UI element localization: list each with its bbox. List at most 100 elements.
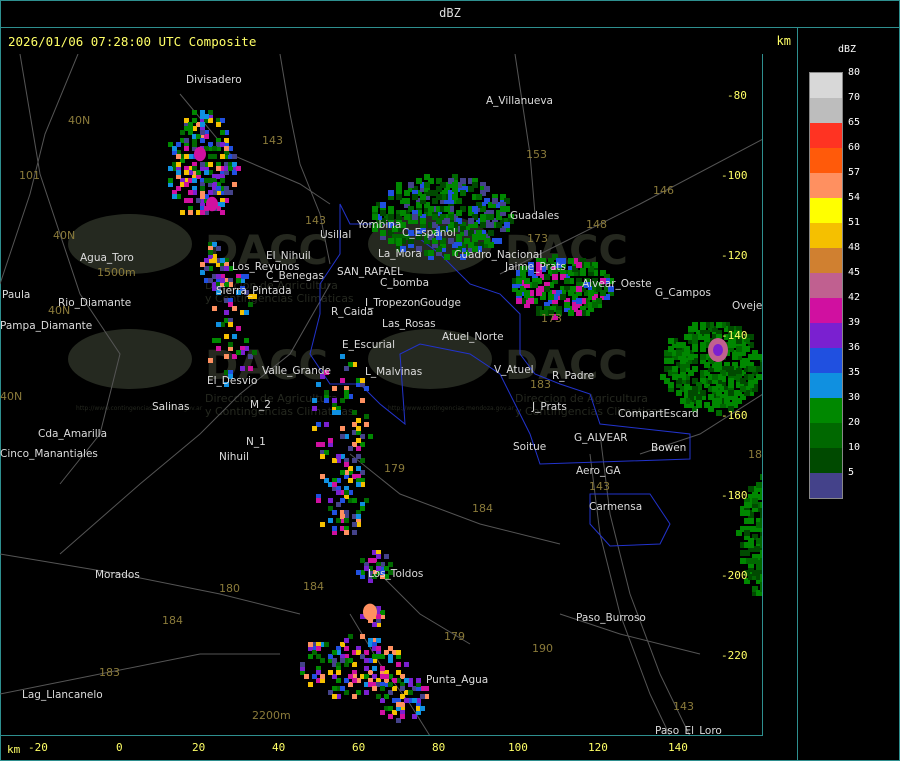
legend-labels: 80 70 65 60 57 54 51 48 45 42 39 36 35 30 20 10 5 <box>848 66 860 491</box>
legend-label-10: 10 <box>848 442 861 453</box>
svg-text:18: 18 <box>748 448 762 461</box>
place-c-benegas: C_Benegas <box>266 270 324 282</box>
svg-text:184: 184 <box>162 614 183 627</box>
place-paso-el-loro: Paso_El_Loro <box>655 725 722 736</box>
x-tick: 100 <box>508 741 528 754</box>
y-tick: -120 <box>721 249 748 262</box>
svg-text:180: 180 <box>219 582 240 595</box>
svg-text:190: 190 <box>532 642 553 655</box>
place-lag-llancanelo: Lag_Llancanelo <box>22 689 103 701</box>
place-cuadro-nacional: Cuadro_Nacional <box>454 249 542 261</box>
radar-map-canvas[interactable]: DACC Direccion de Agricultura y Continge… <box>0 54 763 736</box>
place-l-malvinas: L_Malvinas <box>365 366 422 378</box>
panel-divider <box>797 28 798 761</box>
place-bowen: Bowen <box>651 442 686 454</box>
place-c-espanol: C_Espanol <box>402 227 456 239</box>
svg-text:143: 143 <box>589 480 610 493</box>
legend-label-20: 20 <box>848 417 861 428</box>
svg-text:40N: 40N <box>0 390 22 403</box>
place-jaime-prats: Jaime_Prats <box>504 261 566 273</box>
place-salinas: Salinas <box>152 401 190 413</box>
legend-label-39: 39 <box>848 317 861 328</box>
x-tick: -20 <box>28 741 48 754</box>
watermark-url-2: http://www.contingencias.mendoza.gov.ar <box>388 405 515 412</box>
place-aero-ga: Aero_GA <box>576 465 621 477</box>
legend-title: dBZ <box>838 44 857 55</box>
place-paula: Paula <box>2 289 30 301</box>
place-v-atuel: V_Atuel <box>494 364 534 376</box>
svg-text:143: 143 <box>305 214 326 227</box>
place-la-mora: La_Mora <box>378 248 422 260</box>
svg-text:184: 184 <box>472 502 493 515</box>
place-ovejeria: Ovejeria <box>732 300 763 312</box>
legend-swatch-51 <box>810 223 842 248</box>
legend-swatch-48 <box>810 248 842 273</box>
legend-swatch-80 <box>810 73 842 98</box>
y-tick: -100 <box>721 169 748 182</box>
legend-label-70: 70 <box>848 92 861 103</box>
legend-colorbar <box>809 72 843 499</box>
window-title: dBZ <box>439 6 461 20</box>
svg-text:146: 146 <box>653 184 674 197</box>
legend-swatch-30 <box>810 398 842 423</box>
place-e-escurial: E_Escurial <box>342 339 395 351</box>
place-r-caida: R_Caida <box>331 306 373 318</box>
place-a-villanueva: A_Villanueva <box>486 95 553 107</box>
svg-text:153: 153 <box>526 148 547 161</box>
place-los-toldos: Los_Toldos <box>368 568 423 580</box>
legend-swatch-35 <box>810 373 842 398</box>
timestamp-label: 2026/01/06 07:28:00 UTC Composite <box>8 34 257 49</box>
radar-map[interactable]: DACC Direccion de Agricultura y Continge… <box>0 54 763 736</box>
place-morados: Morados <box>95 569 140 581</box>
place-nihuil: Nihuil <box>219 451 249 463</box>
x-tick: 20 <box>192 741 205 754</box>
place-g-campos: G_Campos <box>655 287 711 299</box>
svg-text:101: 101 <box>19 169 40 182</box>
place-el-desvio: El_Desvio <box>207 375 257 387</box>
svg-text:40N: 40N <box>53 229 75 242</box>
y-tick: -180 <box>721 489 748 502</box>
svg-text:143: 143 <box>262 134 283 147</box>
legend-label-36: 36 <box>848 342 861 353</box>
legend-swatch-60 <box>810 148 842 173</box>
elevation-1500: 1500m <box>97 266 136 279</box>
legend-swatch-36 <box>810 348 842 373</box>
y-tick: -200 <box>721 569 748 582</box>
svg-text:40N: 40N <box>68 114 90 127</box>
svg-text:179: 179 <box>384 462 405 475</box>
place-m2: M_2 <box>250 399 271 411</box>
x-axis-label: km <box>7 743 21 756</box>
svg-text:184: 184 <box>303 580 324 593</box>
legend-label-45: 45 <box>848 267 861 278</box>
legend-swatch-70 <box>810 98 842 123</box>
place-soitue: Soitue <box>513 441 546 453</box>
place-n1: N_1 <box>246 436 266 448</box>
info-bar: 2026/01/06 07:28:00 UTC Composite km <box>0 28 797 54</box>
legend-label-42: 42 <box>848 292 861 303</box>
svg-text:183: 183 <box>530 378 551 391</box>
svg-text:173: 173 <box>527 232 548 245</box>
legend-label-48: 48 <box>848 242 861 253</box>
place-pampa-diamante: Pampa_Diamante <box>0 320 92 332</box>
legend-label-57: 57 <box>848 167 861 178</box>
legend-swatch-54 <box>810 198 842 223</box>
legend-swatch-45 <box>810 273 842 298</box>
legend-label-51: 51 <box>848 217 861 228</box>
x-tick: 0 <box>116 741 123 754</box>
legend-label-35: 35 <box>848 367 861 378</box>
place-compartescard: CompartEscard <box>618 408 699 420</box>
x-tick: 140 <box>668 741 688 754</box>
legend-swatch-20 <box>810 423 842 448</box>
y-tick: -140 <box>721 329 748 342</box>
svg-text:179: 179 <box>444 630 465 643</box>
legend-swatch-42 <box>810 298 842 323</box>
x-axis: km -20 0 20 40 60 80 100 120 140 <box>7 741 688 756</box>
road-network <box>0 54 762 735</box>
place-r-padre: R_Padre <box>552 370 594 382</box>
place-usillal: Usillal <box>320 229 351 241</box>
x-tick: 60 <box>352 741 365 754</box>
place-el-nihuil: El_Nihuil <box>266 250 311 262</box>
svg-text:173: 173 <box>541 312 562 325</box>
legend-swatch-57 <box>810 173 842 198</box>
x-tick: 80 <box>432 741 445 754</box>
